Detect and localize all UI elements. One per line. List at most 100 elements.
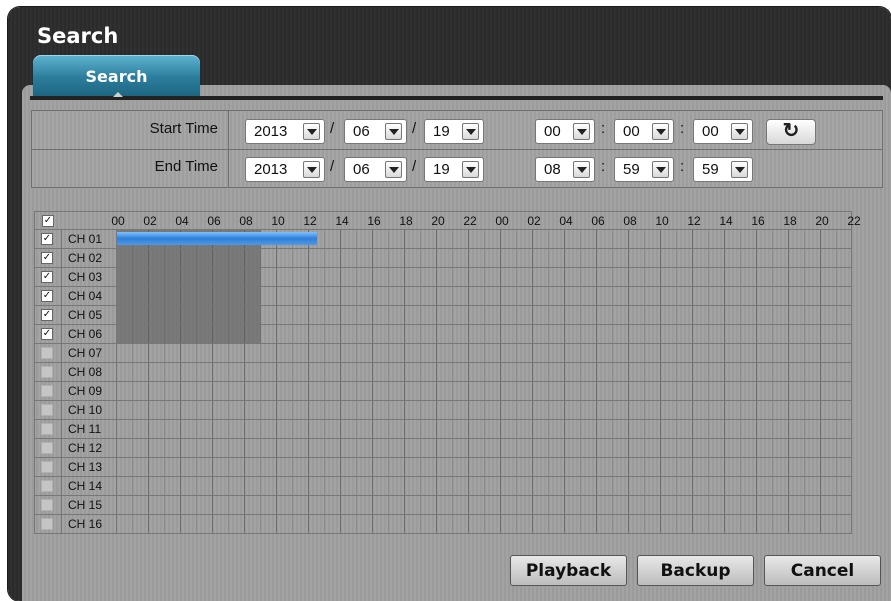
channel-checkbox[interactable]: ✓	[41, 309, 53, 321]
channel-timeline[interactable]	[117, 287, 852, 306]
channel-checkbox[interactable]	[41, 499, 53, 511]
end-year-select[interactable]: 2013	[245, 157, 325, 182]
window-title: Search	[37, 24, 119, 48]
channel-checkbox[interactable]	[41, 442, 53, 454]
end-day-select[interactable]: 19	[424, 157, 484, 182]
chevron-down-icon[interactable]	[462, 161, 479, 178]
channel-checkbox-cell: ✓	[34, 306, 62, 325]
channel-checkbox[interactable]	[41, 480, 53, 492]
channel-timeline[interactable]	[117, 325, 852, 344]
channel-timeline-grid[interactable]: ✓ 00 02 04 06 08 10 12 14 16 18 20 22 00 02 04 06 08 10 12…	[34, 211, 861, 534]
time-range-box: Start Time 2013 / 06 / 19 00 : 00 : 00 ↻…	[31, 110, 883, 188]
chevron-down-icon[interactable]	[385, 161, 402, 178]
channel-name: CH 13	[62, 458, 117, 477]
chevron-down-icon[interactable]	[303, 161, 320, 178]
channel-checkbox-cell: ✓	[34, 287, 62, 306]
refresh-icon: ↻	[782, 120, 800, 142]
channel-name: CH 15	[62, 496, 117, 515]
channel-checkbox[interactable]	[41, 423, 53, 435]
selected-range-bar[interactable]	[117, 232, 317, 245]
channel-timeline[interactable]	[117, 363, 852, 382]
chevron-down-icon[interactable]	[731, 161, 748, 178]
start-hour-select[interactable]: 00	[535, 119, 595, 144]
chevron-down-icon[interactable]	[652, 123, 669, 140]
start-minute-value: 00	[623, 123, 640, 140]
end-second-select[interactable]: 59	[693, 157, 753, 182]
channel-timeline[interactable]	[117, 268, 852, 287]
end-time-label: End Time	[32, 149, 229, 187]
recorded-segment[interactable]	[117, 287, 261, 305]
channel-checkbox[interactable]: ✓	[41, 252, 53, 264]
end-hour-select[interactable]: 08	[535, 157, 595, 182]
channel-checkbox[interactable]	[41, 385, 53, 397]
recorded-segment[interactable]	[117, 306, 261, 324]
channel-timeline[interactable]	[117, 382, 852, 401]
hour-label: 14	[719, 214, 733, 228]
channel-timeline[interactable]	[117, 477, 852, 496]
channel-checkbox-cell	[34, 420, 62, 439]
channel-name: CH 12	[62, 439, 117, 458]
channel-checkbox[interactable]	[41, 347, 53, 359]
recorded-segment[interactable]	[117, 268, 261, 286]
channel-timeline[interactable]	[117, 306, 852, 325]
chevron-down-icon[interactable]	[385, 123, 402, 140]
channel-name: CH 05	[62, 306, 117, 325]
channel-checkbox[interactable]	[41, 404, 53, 416]
channel-checkbox[interactable]: ✓	[41, 271, 53, 283]
channel-checkbox-cell	[34, 458, 62, 477]
chevron-down-icon[interactable]	[462, 123, 479, 140]
channel-checkbox[interactable]: ✓	[41, 290, 53, 302]
channel-checkbox[interactable]	[41, 366, 53, 378]
channel-name: CH 09	[62, 382, 117, 401]
channel-checkbox-cell	[34, 344, 62, 363]
recorded-segment[interactable]	[117, 249, 261, 267]
refresh-button[interactable]: ↻	[766, 119, 816, 145]
channel-timeline[interactable]	[117, 496, 852, 515]
channel-name: CH 02	[62, 249, 117, 268]
channel-timeline[interactable]	[117, 344, 852, 363]
end-month-select[interactable]: 06	[344, 157, 407, 182]
channel-checkbox[interactable]	[41, 518, 53, 530]
channel-checkbox[interactable]: ✓	[41, 328, 53, 340]
channel-name: CH 03	[62, 268, 117, 287]
select-all-checkbox[interactable]: ✓	[42, 215, 54, 227]
channel-timeline[interactable]	[117, 515, 852, 534]
end-day-value: 19	[433, 161, 450, 178]
end-month-value: 06	[353, 161, 370, 178]
recorded-segment[interactable]	[117, 325, 261, 343]
end-minute-select[interactable]: 59	[614, 157, 674, 182]
chevron-down-icon[interactable]	[573, 161, 590, 178]
start-year-select[interactable]: 2013	[245, 119, 325, 144]
chevron-down-icon[interactable]	[303, 123, 320, 140]
channel-row: CH 14	[34, 477, 852, 496]
tab-search[interactable]: Search	[33, 55, 200, 96]
start-day-select[interactable]: 19	[424, 119, 484, 144]
channel-timeline[interactable]	[117, 439, 852, 458]
hour-label: 14	[335, 214, 349, 228]
chevron-down-icon[interactable]	[652, 161, 669, 178]
start-minute-select[interactable]: 00	[614, 119, 674, 144]
chevron-down-icon[interactable]	[573, 123, 590, 140]
time-separator: :	[601, 158, 606, 175]
channel-checkbox[interactable]: ✓	[41, 233, 53, 245]
hour-label: 12	[687, 214, 701, 228]
hour-label: 10	[655, 214, 669, 228]
channel-checkbox[interactable]	[41, 461, 53, 473]
end-second-value: 59	[702, 161, 719, 178]
channel-timeline[interactable]	[117, 249, 852, 268]
channel-timeline[interactable]	[117, 420, 852, 439]
backup-button[interactable]: Backup	[637, 555, 754, 586]
hour-label: 00	[495, 214, 509, 228]
channel-timeline[interactable]	[117, 401, 852, 420]
channel-timeline[interactable]	[117, 230, 852, 249]
start-second-select[interactable]: 00	[693, 119, 753, 144]
hour-label: 16	[751, 214, 765, 228]
channel-checkbox-cell	[34, 515, 62, 534]
start-month-select[interactable]: 06	[344, 119, 407, 144]
chevron-down-icon[interactable]	[731, 123, 748, 140]
playback-button[interactable]: Playback	[510, 555, 627, 586]
channel-row: ✓ CH 01	[34, 230, 852, 249]
cancel-button[interactable]: Cancel	[764, 555, 881, 586]
hour-label: 18	[783, 214, 797, 228]
channel-timeline[interactable]	[117, 458, 852, 477]
